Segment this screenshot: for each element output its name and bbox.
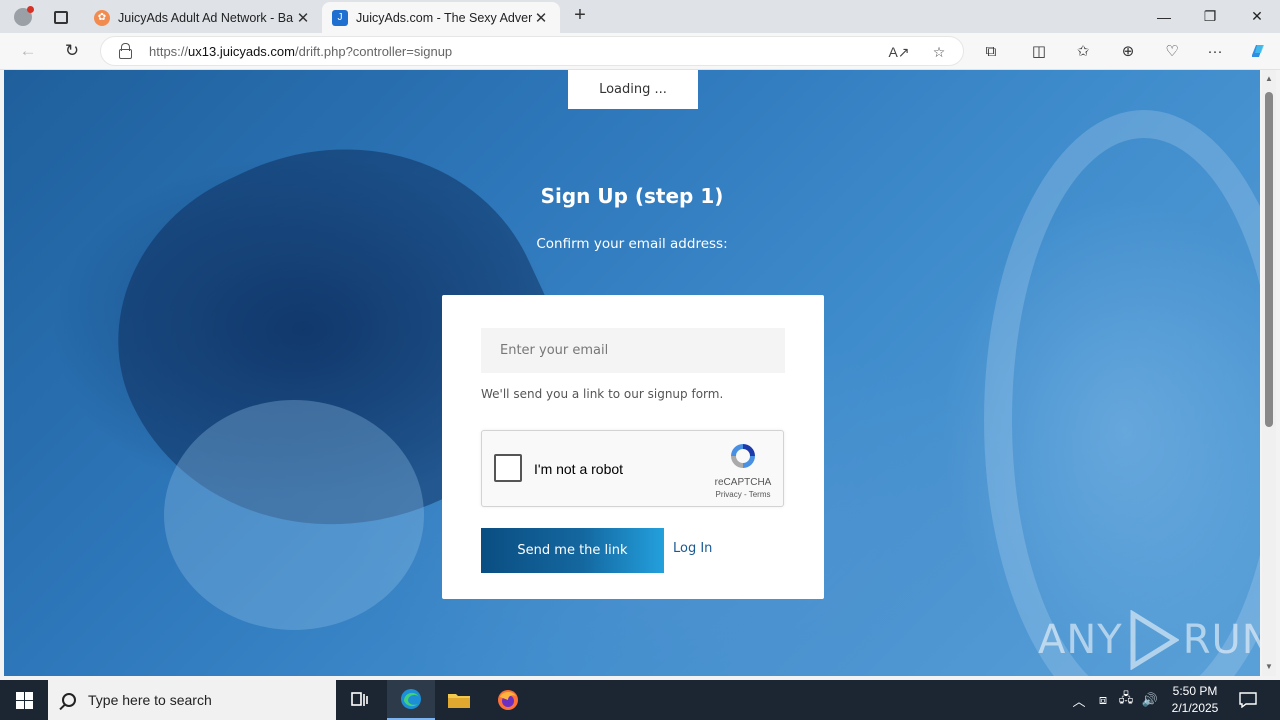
edge-app-icon[interactable] — [387, 680, 435, 720]
play-triangle-icon — [1130, 610, 1179, 670]
performance-icon[interactable]: ♡ — [1157, 37, 1187, 65]
taskbar-search[interactable]: Type here to search — [48, 680, 336, 720]
tab-juicyads-signup[interactable]: J JuicyAds.com - The Sexy Adverti ✕ — [322, 2, 560, 33]
background-highlight — [164, 400, 424, 630]
signup-card: We'll send you a link to our signup form… — [442, 295, 824, 599]
juicyads-favicon-icon: J — [332, 9, 348, 26]
scroll-up-icon[interactable]: ▲ — [1262, 72, 1276, 86]
new-tab-button[interactable]: + — [568, 4, 592, 28]
browser-tab-strip: ✿ JuicyAds Adult Ad Network - Ban ✕ J Ju… — [0, 0, 1280, 33]
copilot-icon[interactable] — [1243, 37, 1273, 65]
file-explorer-icon[interactable] — [435, 680, 483, 720]
windows-taskbar: Type here to search ︿ ⧈ 🖧 🔊 5:50 PM 2/1/… — [0, 680, 1280, 720]
url-text[interactable]: https://ux13.juicyads.com/drift.php?cont… — [149, 44, 452, 59]
recaptcha-privacy-terms[interactable]: Privacy - Terms — [708, 490, 778, 499]
tray-overflow-icon[interactable]: ︿ — [1068, 680, 1090, 720]
watermark-text-left: ANY — [1038, 617, 1123, 663]
windows-logo-icon — [15, 691, 33, 709]
network-icon[interactable]: 🖧 — [1115, 680, 1137, 720]
restore-icon[interactable]: ❐ — [1187, 0, 1233, 33]
close-tab-icon[interactable]: ✕ — [532, 9, 550, 27]
extensions-icon[interactable]: ⧉ — [976, 37, 1006, 65]
back-icon[interactable]: ← — [13, 37, 43, 65]
page-subtitle: Confirm your email address: — [536, 236, 728, 252]
start-button[interactable] — [0, 680, 48, 720]
email-hint: We'll send you a link to our signup form… — [481, 387, 724, 401]
read-aloud-icon[interactable]: A↗ — [887, 41, 911, 63]
recaptcha-checkbox[interactable] — [494, 454, 522, 482]
vertical-scrollbar[interactable]: ▲ ▼ — [1262, 70, 1276, 676]
watermark-text-right: RUN — [1182, 617, 1260, 663]
send-link-button[interactable]: Send me the link — [481, 528, 664, 573]
minimize-icon[interactable]: — — [1141, 0, 1187, 33]
clock-time: 5:50 PM — [1172, 684, 1218, 698]
notifications-icon[interactable] — [1236, 680, 1260, 720]
close-window-icon[interactable]: ✕ — [1234, 0, 1280, 33]
tab-title: JuicyAds.com - The Sexy Adverti — [356, 10, 532, 25]
recaptcha-widget: I'm not a robot reCAPTCHA Privacy - Term… — [481, 430, 784, 507]
profile-icon[interactable] — [8, 4, 38, 30]
anyrun-watermark: ANY RUN — [1038, 608, 1260, 672]
taskbar-clock[interactable]: 5:50 PM 2/1/2025 — [1160, 683, 1230, 717]
firefox-icon[interactable] — [484, 680, 532, 720]
volume-icon[interactable]: 🔊 — [1139, 680, 1161, 720]
juicyads-favicon-icon: ✿ — [94, 9, 110, 26]
favorite-star-icon[interactable]: ☆ — [927, 41, 951, 63]
loading-indicator: Loading ... — [568, 70, 698, 109]
refresh-icon[interactable]: ↻ — [57, 37, 87, 65]
search-icon — [62, 693, 76, 707]
email-input[interactable] — [481, 328, 785, 373]
login-link[interactable]: Log In — [673, 541, 712, 556]
address-bar[interactable]: https://ux13.juicyads.com/drift.php?cont… — [100, 36, 964, 66]
close-tab-icon[interactable]: ✕ — [294, 9, 312, 27]
recaptcha-logo-icon — [731, 444, 755, 468]
recaptcha-label: I'm not a robot — [534, 461, 624, 477]
address-toolbar: ← ↻ https://ux13.juicyads.com/drift.php?… — [0, 33, 1280, 70]
task-view-icon[interactable] — [336, 680, 384, 720]
tab-juicyads-network[interactable]: ✿ JuicyAds Adult Ad Network - Ban ✕ — [84, 2, 322, 33]
scroll-down-icon[interactable]: ▼ — [1262, 660, 1276, 674]
collections-icon[interactable]: ⊕ — [1113, 37, 1143, 65]
tab-actions-icon[interactable] — [46, 4, 76, 30]
network-device-icon[interactable]: ⧈ — [1093, 680, 1113, 720]
clock-date: 2/1/2025 — [1171, 701, 1219, 715]
tab-title: JuicyAds Adult Ad Network - Ban — [118, 10, 294, 25]
taskbar-search-placeholder: Type here to search — [88, 692, 212, 708]
page-title: Sign Up (step 1) — [540, 184, 724, 208]
split-screen-icon[interactable]: ◫ — [1024, 37, 1054, 65]
more-icon[interactable]: ··· — [1200, 37, 1230, 65]
recaptcha-brand: reCAPTCHA — [714, 477, 772, 488]
page-viewport: Loading ... Sign Up (step 1) Confirm you… — [4, 70, 1260, 676]
favorites-icon[interactable]: ✩ — [1068, 37, 1098, 65]
lock-icon[interactable] — [119, 43, 132, 59]
scrollbar-thumb[interactable] — [1265, 92, 1273, 427]
